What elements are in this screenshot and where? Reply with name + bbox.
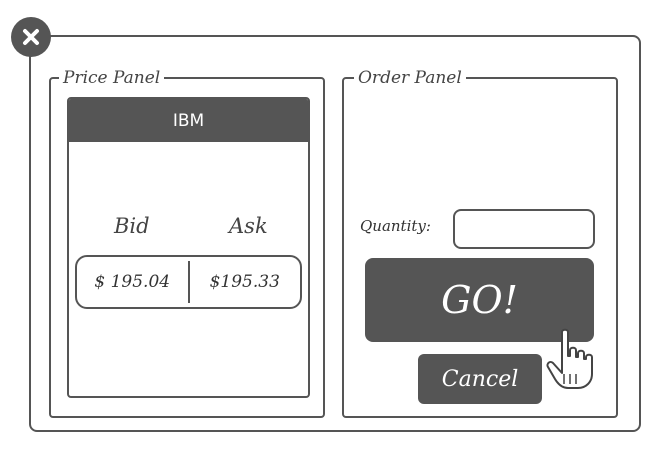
- bid-price: $ 195.04: [94, 272, 171, 292]
- ticker-symbol: IBM: [69, 99, 308, 142]
- quantity-label: Quantity:: [360, 217, 431, 235]
- hand-cursor-icon: [546, 328, 593, 389]
- order-panel-legend: Order Panel: [354, 67, 466, 89]
- quantity-input[interactable]: [453, 209, 595, 249]
- ask-price: $195.33: [209, 272, 280, 292]
- cancel-button[interactable]: Cancel: [418, 354, 542, 404]
- bid-label: Bid: [114, 214, 150, 238]
- ask-label: Ask: [229, 214, 268, 238]
- quote-box: $ 195.04 $195.33: [75, 255, 302, 309]
- wireframe-stage: Price Panel IBM Bid Ask $ 195.04 $195.33…: [0, 0, 668, 455]
- price-panel-legend: Price Panel: [59, 67, 165, 89]
- close-button[interactable]: [11, 17, 51, 57]
- close-icon: [23, 29, 39, 45]
- ticker-card: IBM: [67, 97, 310, 398]
